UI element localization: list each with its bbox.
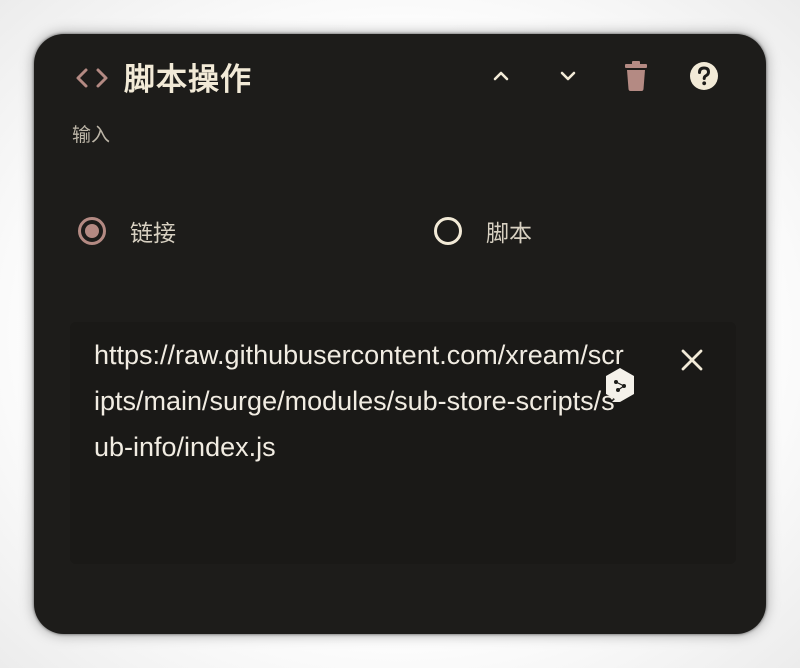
help-icon [689, 61, 719, 95]
mode-option-script-label: 脚本 [486, 221, 532, 247]
radio-selected-icon [78, 217, 106, 245]
delete-button[interactable] [614, 58, 658, 98]
mode-option-link[interactable]: 链接 [78, 214, 176, 248]
floating-assistant-icon[interactable] [602, 366, 638, 406]
url-input-value[interactable]: https://raw.githubusercontent.com/xream/… [94, 332, 626, 470]
trash-icon [623, 61, 649, 95]
move-up-button[interactable] [479, 58, 523, 98]
close-icon [679, 347, 705, 377]
script-operation-card: 脚本操作 输入 链接 脚本 https://raw.githubusercont… [34, 34, 766, 634]
code-brackets-icon [72, 58, 112, 98]
move-down-button[interactable] [546, 58, 590, 98]
radio-unselected-icon [434, 217, 462, 245]
clear-input-button[interactable] [674, 344, 710, 380]
card-title: 脚本操作 [124, 62, 252, 98]
url-input-field[interactable]: https://raw.githubusercontent.com/xream/… [70, 322, 736, 564]
mode-option-link-label: 链接 [130, 221, 176, 247]
mode-option-script[interactable]: 脚本 [434, 214, 532, 248]
chevron-up-icon [489, 64, 513, 92]
screen: 脚本操作 输入 链接 脚本 https://raw.githubusercont… [0, 0, 800, 668]
help-button[interactable] [682, 58, 726, 98]
input-section-label: 输入 [72, 124, 111, 146]
chevron-down-icon [556, 64, 580, 92]
